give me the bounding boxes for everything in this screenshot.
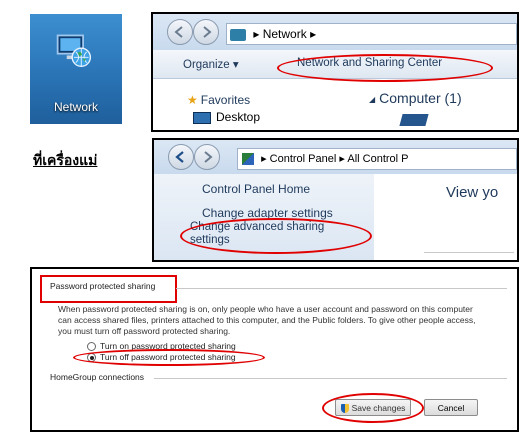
homegroup-divider (154, 378, 507, 379)
forward-arrow-icon (203, 26, 212, 38)
highlight-ellipse-save (322, 393, 424, 423)
cp-address-control-panel[interactable]: Control Panel (270, 153, 337, 165)
desktop-label: Desktop (216, 110, 261, 124)
highlight-ellipse-advanced (180, 218, 372, 254)
address-network[interactable]: Network (263, 27, 307, 41)
organize-menu[interactable]: Organize ▾ (183, 57, 239, 71)
control-panel-icon (242, 153, 254, 166)
control-panel-window: ▸ Control Panel ▸ All Control P Control … (152, 138, 519, 262)
cp-address-sep-1: ▸ (261, 153, 267, 165)
radio-unselected[interactable] (87, 342, 96, 352)
cp-divider (424, 252, 514, 253)
cp-back-button[interactable] (168, 144, 194, 170)
cp-address-sep-2: ▸ (339, 153, 345, 165)
favorites-label: Favorites (200, 93, 251, 107)
favorites-node[interactable]: ★ Favorites (187, 93, 250, 107)
cancel-button[interactable]: Cancel (424, 399, 478, 416)
back-arrow-icon (174, 26, 183, 38)
password-sharing-description: When password protected sharing is on, o… (58, 304, 476, 336)
advanced-sharing-window: Password protected sharing When password… (30, 267, 519, 432)
desktop-network-icon-tile[interactable]: Network (30, 14, 122, 124)
address-sep-2: ▸ (310, 27, 317, 41)
cp-forward-button[interactable] (194, 144, 220, 170)
explorer-titlebar: ▸ Network ▸ (153, 14, 517, 50)
password-sharing-title: Password protected sharing (50, 281, 156, 291)
cp-address-bar[interactable]: ▸ Control Panel ▸ All Control P (237, 148, 517, 170)
desktop-node[interactable]: Desktop (193, 110, 260, 124)
forward-arrow-icon (204, 151, 213, 163)
computer-group-label: Computer (1) (379, 90, 462, 106)
star-icon: ★ (187, 93, 198, 107)
view-heading: View yo (446, 184, 499, 201)
back-arrow-icon (175, 151, 184, 163)
network-folder-icon (230, 28, 246, 41)
computer-thumbnail-icon (399, 114, 429, 126)
computer-group-header[interactable]: ◢ Computer (1) (369, 90, 462, 106)
control-panel-home-link[interactable]: Control Panel Home (202, 182, 310, 196)
highlight-ellipse-nsc (277, 54, 493, 82)
collapse-triangle-icon: ◢ (369, 94, 376, 104)
back-button[interactable] (167, 19, 193, 45)
forward-button[interactable] (193, 19, 219, 45)
desktop-icon (193, 111, 211, 124)
desktop-icon-label: Network (53, 100, 98, 114)
homegroup-connections-title: HomeGroup connections (50, 372, 145, 382)
control-panel-titlebar: ▸ Control Panel ▸ All Control P (154, 140, 517, 174)
network-globe-icon (56, 34, 92, 68)
address-sep-1: ▸ (253, 27, 260, 41)
highlight-ellipse-turn-off (73, 349, 265, 366)
cp-address-all-items[interactable]: All Control P (347, 153, 408, 165)
address-bar[interactable]: ▸ Network ▸ (226, 23, 517, 45)
section-divider (176, 288, 507, 289)
thai-caption: ที่เครื่องแม่ (33, 152, 98, 168)
network-explorer-window: ▸ Network ▸ Organize ▾ Network and Shari… (151, 12, 519, 132)
